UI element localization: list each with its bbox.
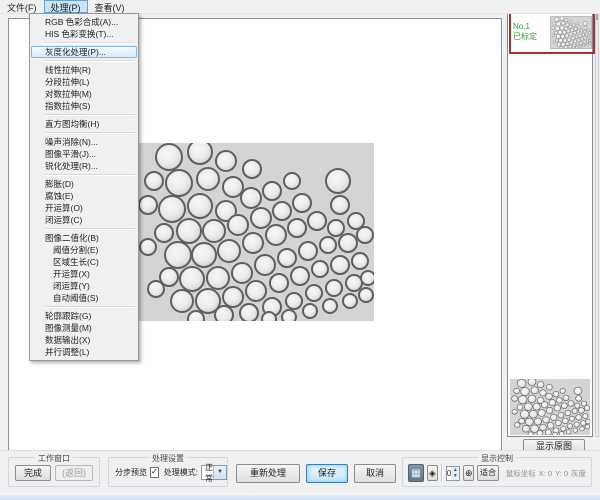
image-list-item-selected[interactable]: No.1 已标定	[509, 10, 595, 54]
bottom-toolbar: 工作窗口 完成 (返回) 处理设置 分步预览 ✓ 处理模式: 正常 ▼ 重新处理…	[0, 450, 600, 493]
process-settings-group-title: 处理设置	[149, 453, 187, 464]
menu-separator	[44, 114, 135, 116]
menu-item[interactable]: RGB 色彩合成(A)...	[31, 16, 137, 28]
image-item-status: No.1 已标定	[512, 22, 550, 42]
toolbar-divider	[441, 464, 443, 482]
menu-item[interactable]: 自动阈值(S)	[31, 292, 137, 304]
back-button[interactable]: (返回)	[55, 465, 93, 481]
menu-item[interactable]: 对数拉伸(M)	[31, 88, 137, 100]
menu-item[interactable]: 图像平滑(J)...	[31, 148, 137, 160]
menu-item[interactable]: 闭运算(Y)	[31, 280, 137, 292]
image-item-state: 已标定	[513, 32, 550, 42]
menu-item[interactable]: 图像测量(M)	[31, 322, 137, 334]
display-control-group-title: 显示控制	[478, 453, 516, 464]
menu-item[interactable]: 轮廓跟踪(G)	[31, 310, 137, 322]
step-preview-checkbox[interactable]: ✓	[150, 467, 159, 478]
select-tool-button[interactable]: ▦	[408, 464, 424, 482]
menu-separator	[44, 60, 135, 62]
menu-item[interactable]: 分段拉伸(L)	[31, 76, 137, 88]
pan-tool-button[interactable]: ◈	[427, 465, 438, 481]
stepper-arrows[interactable]: ▲ ▼	[451, 467, 459, 480]
menu-item[interactable]: 锐化处理(R)...	[31, 160, 137, 172]
menu-separator	[44, 132, 135, 134]
menu-item[interactable]: 阈值分割(E)	[31, 244, 137, 256]
menu-item[interactable]: 灰度化处理(P)...	[31, 46, 137, 58]
menu-bar: 文件(F)处理(P)查看(V)	[0, 0, 600, 14]
cancel-button[interactable]: 取消	[354, 464, 396, 483]
coord-x-value: X: 0	[539, 469, 552, 478]
menu-item[interactable]: 开运算(O)	[31, 202, 137, 214]
menu-item[interactable]: 噪声消除(N)...	[31, 136, 137, 148]
step-preview-label: 分步预览	[115, 467, 147, 478]
menu-item[interactable]: 腐蚀(E)	[31, 190, 137, 202]
menu-item[interactable]: 图像二值化(B)	[31, 232, 137, 244]
menu-item[interactable]: 直方图均衡(H)	[31, 118, 137, 130]
arrow-down-icon[interactable]: ▼	[451, 473, 459, 479]
process-mode-select[interactable]: 正常 ▼	[201, 465, 227, 480]
menu-file[interactable]: 文件(F)	[0, 0, 44, 13]
menu-item[interactable]: 闭运算(C)	[31, 214, 137, 226]
process-mode-value: 正常	[202, 462, 213, 484]
work-window-group-title: 工作窗口	[35, 453, 73, 464]
process-mode-label: 处理模式:	[164, 467, 198, 478]
menu-separator	[44, 42, 135, 44]
process-menu: RGB 色彩合成(A)...HIS 色彩变换(T)... 灰度化处理(P)... 线…	[29, 13, 139, 361]
zoom-level-stepper[interactable]: 0 ▲ ▼	[446, 466, 460, 481]
menu-item[interactable]: 线性拉伸(R)	[31, 64, 137, 76]
menu-item[interactable]: 开运算(X)	[31, 268, 137, 280]
sidebar-scrollbar[interactable]	[595, 8, 599, 437]
menu-separator	[44, 174, 135, 176]
menu-item[interactable]: 数据输出(X)	[31, 334, 137, 346]
zoom-in-button[interactable]: ⊕	[463, 465, 474, 481]
fit-window-button[interactable]: 适合	[477, 465, 498, 481]
gray-value-label: 灰度	[571, 468, 586, 479]
work-window-group: 工作窗口 完成 (返回)	[8, 457, 100, 487]
menu-item[interactable]: 膨胀(D)	[31, 178, 137, 190]
micrograph-image	[134, 143, 374, 321]
image-item-number: No.1	[513, 22, 550, 32]
save-button[interactable]: 保存	[306, 464, 348, 483]
chevron-down-icon: ▼	[213, 466, 226, 479]
display-control-group: 显示控制 ▦ ◈ 0 ▲ ▼ ⊕ 适合 鼠标坐标 X: 0 Y: 0 灰度	[402, 457, 592, 487]
menu-process[interactable]: 处理(P)	[44, 0, 88, 13]
menu-item[interactable]: 指数拉伸(S)	[31, 100, 137, 112]
preview-thumbnail	[510, 379, 590, 435]
menu-item[interactable]: 区域生长(C)	[31, 256, 137, 268]
menu-item[interactable]: 并行调整(L)	[31, 346, 137, 358]
coord-y-value: Y: 0	[555, 469, 568, 478]
process-settings-group: 处理设置 分步预览 ✓ 处理模式: 正常 ▼	[108, 457, 228, 487]
menu-separator	[44, 306, 135, 308]
menu-item[interactable]: HIS 色彩变换(T)...	[31, 28, 137, 40]
image-item-thumbnail	[550, 16, 592, 49]
image-list-panel: No.1 已标定	[507, 8, 593, 437]
done-button[interactable]: 完成	[15, 465, 51, 481]
menu-separator	[44, 228, 135, 230]
menu-view[interactable]: 查看(V)	[88, 0, 132, 13]
mouse-coord-label: 鼠标坐标	[506, 468, 536, 479]
reprocess-button[interactable]: 重新处理	[236, 464, 300, 483]
